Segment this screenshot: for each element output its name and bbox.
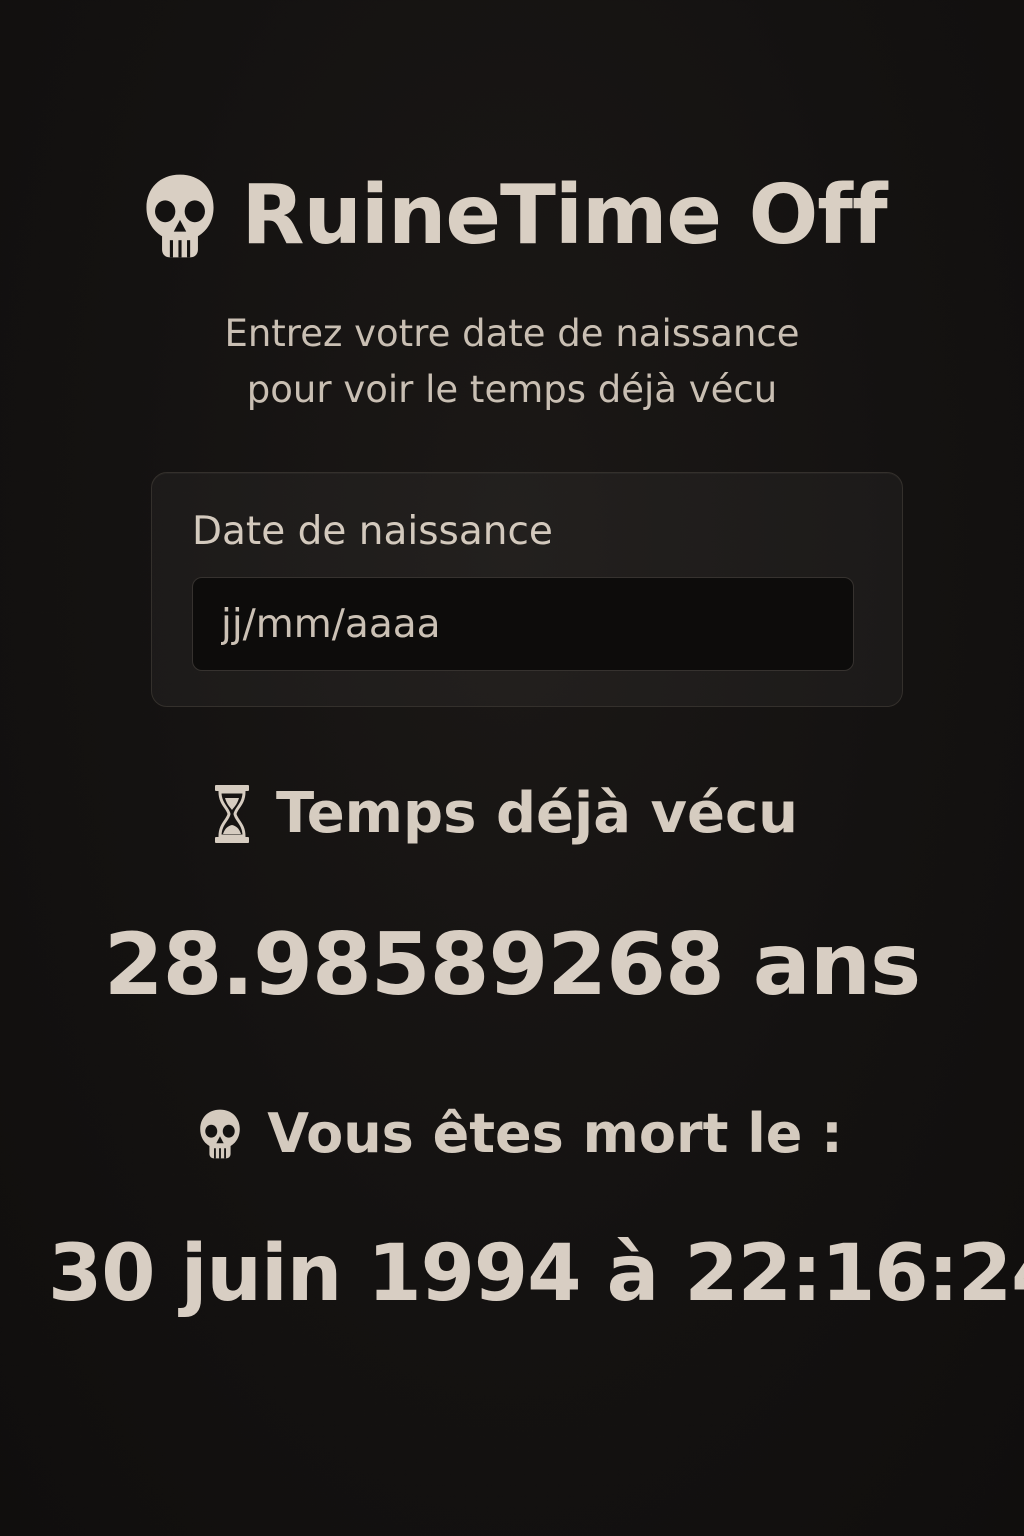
page-title: RuineTime Off <box>241 168 887 263</box>
title-row: RuineTime Off <box>0 172 1024 260</box>
birthdate-input[interactable] <box>192 577 854 671</box>
lived-time-heading: Temps déjà vécu <box>275 781 799 847</box>
death-heading-row: Vous êtes mort le : <box>0 1102 1024 1165</box>
page-subtitle: Entrez votre date de naissance pour voir… <box>0 306 1024 418</box>
hourglass-icon <box>214 785 249 843</box>
ruinetime-page: RuineTime Off Entrez votre date de naiss… <box>0 0 1024 1536</box>
lived-time-value: 28.98589268 ans <box>103 915 921 1015</box>
subtitle-line-1: Entrez votre date de naissance <box>224 312 800 355</box>
birthdate-label: Date de naissance <box>192 509 553 554</box>
lived-time-heading-row: Temps déjà vécu <box>0 782 1024 846</box>
skull-icon <box>200 1109 241 1158</box>
death-heading: Vous êtes mort le : <box>267 1102 843 1165</box>
birthdate-card: Date de naissance <box>151 472 903 707</box>
skull-icon <box>146 174 214 258</box>
death-date-value: 30 juin 1994 à 22:16:24 <box>48 1229 1024 1319</box>
subtitle-line-2: pour voir le temps déjà vécu <box>246 368 778 411</box>
